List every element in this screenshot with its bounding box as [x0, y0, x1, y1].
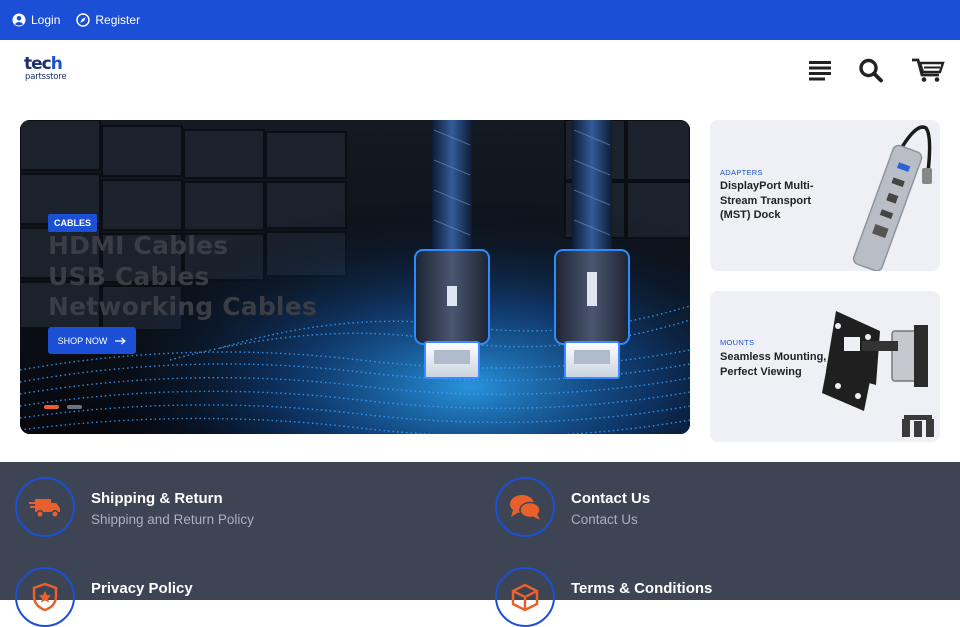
- info-subtitle: Shipping and Return Policy: [91, 512, 254, 527]
- cart-icon[interactable]: [911, 57, 945, 83]
- user-icon: [12, 13, 26, 27]
- promo-card-mounts[interactable]: MOUNTS Seamless Mounting, Perfect Viewin…: [710, 291, 940, 442]
- hero-category-badge[interactable]: CABLES: [48, 214, 98, 232]
- promo-title: Seamless Mounting, Perfect Viewing: [720, 351, 827, 378]
- register-link[interactable]: Register: [76, 13, 140, 27]
- hero-headline-line-1: HDMI Cables: [48, 231, 229, 260]
- hero-headline-line-3: Networking Cables: [48, 292, 317, 321]
- info-icon-circle: [495, 477, 555, 537]
- shop-now-button[interactable]: SHOP NOW: [48, 327, 136, 354]
- slider-dot-1[interactable]: [44, 405, 59, 409]
- info-icon-circle: [495, 567, 555, 627]
- promo-card-adapters[interactable]: ADAPTERS DisplayPort Multi-Stream Transp…: [710, 120, 940, 271]
- box-icon: [511, 583, 539, 612]
- truck-icon: [29, 499, 60, 518]
- promo-title: DisplayPort Multi-Stream Transport (MST)…: [720, 180, 814, 221]
- arrow-right-icon: [115, 337, 127, 344]
- promo-category: ADAPTERS: [720, 168, 763, 177]
- slider-dot-2[interactable]: [67, 405, 82, 409]
- info-band: Shipping & Return Shipping and Return Po…: [0, 462, 960, 627]
- search-icon[interactable]: [857, 57, 885, 83]
- menu-icon[interactable]: [806, 57, 834, 83]
- logo-wordmark: tech: [24, 54, 63, 74]
- info-title: Privacy Policy: [91, 580, 193, 597]
- info-title: Shipping & Return: [91, 490, 223, 507]
- info-icon-circle: [15, 567, 75, 627]
- compass-icon: [76, 13, 91, 27]
- shop-now-label: SHOP NOW: [57, 335, 108, 346]
- register-label: Register: [95, 13, 141, 27]
- site-logo[interactable]: tech partsstore: [24, 56, 78, 84]
- info-title: Terms & Conditions: [571, 580, 713, 597]
- top-bar: Login Register: [0, 0, 960, 40]
- promo-category: MOUNTS: [720, 338, 755, 347]
- login-label: Login: [31, 13, 61, 27]
- hero-headline-line-2: USB Cables: [48, 262, 210, 291]
- site-header: tech partsstore: [0, 40, 960, 100]
- logo-tagline: partsstore: [25, 72, 67, 82]
- info-subtitle: Contact Us: [571, 512, 638, 527]
- chat-icon: [510, 495, 541, 520]
- shield-icon: [32, 582, 58, 612]
- login-link[interactable]: Login: [12, 13, 60, 27]
- info-title: Contact Us: [571, 490, 651, 507]
- hero-banner[interactable]: CABLES HDMI Cables USB Cables Networking…: [20, 120, 690, 434]
- usb-dock-image: [852, 125, 932, 271]
- tv-mount-image: [822, 311, 934, 437]
- info-icon-circle: [15, 477, 75, 537]
